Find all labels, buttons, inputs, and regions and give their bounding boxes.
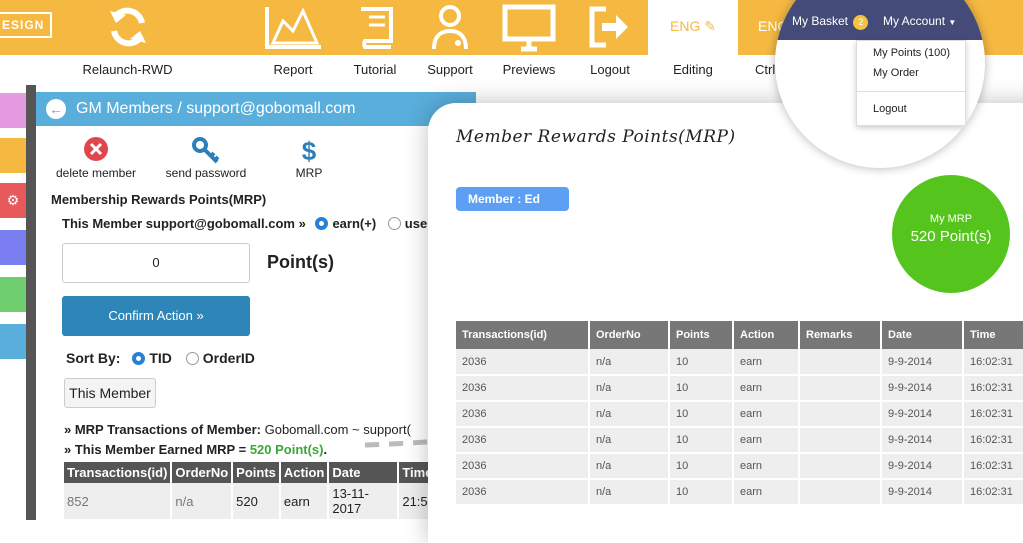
table-cell: n/a: [589, 349, 670, 376]
table-cell: [799, 401, 882, 428]
table-cell: n/a: [589, 453, 670, 480]
table-cell: 10: [669, 453, 734, 480]
table-cell: 10: [669, 401, 734, 428]
menu-item-logout[interactable]: Logout: [873, 103, 907, 115]
table-cell: [799, 349, 882, 376]
table-cell: 9-9-2014: [881, 349, 964, 376]
table-cell: earn: [733, 375, 800, 402]
table-cell: 10: [669, 479, 734, 506]
table-cell: 9-9-2014: [881, 453, 964, 480]
table-row: 2036 n/a 10 earn 9-9-2014 16:02:31: [456, 453, 1023, 480]
overlay-title: Member Rewards Points(MRP): [456, 127, 736, 147]
table-cell: n/a: [589, 401, 670, 428]
table-row: 2036 n/a 10 earn 9-9-2014 16:02:31: [456, 479, 1023, 506]
table-cell: [799, 479, 882, 506]
table-cell: n/a: [589, 479, 670, 506]
table-cell: 16:02:31: [963, 427, 1023, 454]
table-cell: 2036: [456, 479, 590, 506]
table-cell: 2036: [456, 453, 590, 480]
my-mrp-value: 520 Point(s): [910, 228, 992, 245]
menu-divider: [857, 91, 967, 92]
table-header: Points: [669, 321, 734, 349]
table-row: 2036 n/a 10 earn 9-9-2014 16:02:31: [456, 401, 1023, 428]
table-cell: 9-9-2014: [881, 479, 964, 506]
account-menu: My Points (100) My Order Logout: [856, 40, 967, 126]
table-cell: earn: [733, 479, 800, 506]
table-header: Remarks: [799, 321, 882, 349]
table-row: 2036 n/a 10 earn 9-9-2014 16:02:31: [456, 427, 1023, 454]
table-cell: [799, 427, 882, 454]
table-cell: 16:02:31: [963, 349, 1023, 376]
table-cell: 16:02:31: [963, 401, 1023, 428]
mrp-overlay: Member Rewards Points(MRP) Member : Ed M…: [428, 103, 1023, 543]
table-cell: 16:02:31: [963, 479, 1023, 506]
table-row: 2036 n/a 10 earn 9-9-2014 16:02:31: [456, 375, 1023, 402]
table-cell: 9-9-2014: [881, 427, 964, 454]
account-label: My Account: [883, 14, 946, 28]
overlay-transactions-table: Transactions(id) OrderNo Points Action R…: [456, 321, 1023, 506]
my-account-dropdown[interactable]: My Account ▼: [883, 14, 956, 28]
table-cell: n/a: [589, 427, 670, 454]
my-mrp-circle: My MRP 520 Point(s): [892, 175, 1010, 293]
table-cell: 2036: [456, 375, 590, 402]
table-cell: 9-9-2014: [881, 401, 964, 428]
table-header: Action: [733, 321, 800, 349]
table-cell: 10: [669, 427, 734, 454]
menu-item-my-order[interactable]: My Order: [873, 67, 919, 79]
table-cell: 10: [669, 349, 734, 376]
table-cell: [799, 453, 882, 480]
table-cell: 9-9-2014: [881, 375, 964, 402]
table-cell: 2036: [456, 401, 590, 428]
table-cell: 10: [669, 375, 734, 402]
table-cell: earn: [733, 349, 800, 376]
table-header: Date: [881, 321, 964, 349]
table-cell: 2036: [456, 349, 590, 376]
table-header: OrderNo: [589, 321, 670, 349]
table-cell: [799, 375, 882, 402]
table-cell: earn: [733, 427, 800, 454]
table-cell: 2036: [456, 427, 590, 454]
basket-label: My Basket: [792, 14, 849, 28]
table-row: 2036 n/a 10 earn 9-9-2014 16:02:31: [456, 349, 1023, 376]
table-cell: n/a: [589, 375, 670, 402]
table-cell: earn: [733, 453, 800, 480]
table-cell: 16:02:31: [963, 375, 1023, 402]
my-basket-link[interactable]: My Basket 2: [792, 14, 869, 30]
table-header: Time: [963, 321, 1023, 349]
caret-down-icon: ▼: [948, 18, 957, 27]
menu-item-my-points[interactable]: My Points (100): [873, 47, 950, 59]
table-cell: earn: [733, 401, 800, 428]
my-mrp-label: My MRP: [929, 213, 973, 225]
table-header: Transactions(id): [456, 321, 590, 349]
table-cell: 16:02:31: [963, 453, 1023, 480]
basket-count-badge: 2: [853, 15, 869, 30]
member-badge: Member : Ed: [456, 187, 569, 211]
